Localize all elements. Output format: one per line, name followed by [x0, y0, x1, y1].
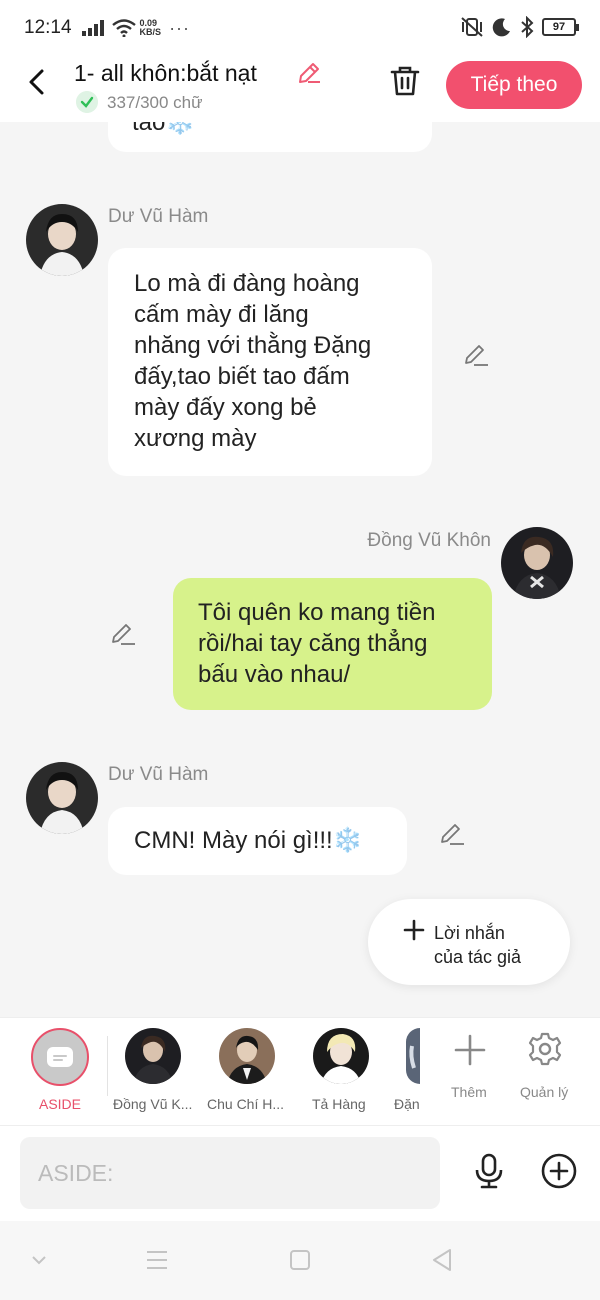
gear-icon[interactable] [527, 1031, 563, 1067]
message-line: nhăng với thằng Đặng [134, 332, 372, 359]
plus-icon [403, 919, 425, 941]
system-nav-bar [0, 1221, 600, 1300]
net-speed: 0.09 KB/S [140, 19, 162, 37]
word-count: 337/300 chữ [107, 93, 203, 112]
nav-back-icon[interactable] [428, 1247, 458, 1273]
message-line: bấu vào nhau/ [198, 661, 351, 688]
character-name: Đặn [394, 1096, 420, 1112]
avatar-dong-vu-khon[interactable] [501, 527, 573, 599]
sender-name: Dư Vũ Hàm [108, 764, 209, 785]
mic-icon[interactable] [470, 1152, 508, 1190]
overflow-dots: ··· [169, 17, 191, 38]
avatar-du-vu-ham[interactable] [26, 204, 98, 276]
status-right: 97 [460, 16, 579, 38]
character-avatar[interactable] [313, 1028, 369, 1084]
manage-label[interactable]: Quản lý [520, 1084, 568, 1100]
character-avatar[interactable] [406, 1028, 420, 1084]
nav-home-icon[interactable] [285, 1247, 315, 1273]
message-line: rồi/hai tay căng thẳng [198, 630, 428, 657]
pencil-icon[interactable] [439, 820, 465, 846]
message-line: xương mày [134, 425, 257, 452]
mute-vibrate-icon [461, 17, 483, 37]
message-bubble[interactable]: Lo mà đi đàng hoàng cấm mày đi lăng nhăn… [108, 248, 432, 476]
plus-circle-icon[interactable] [540, 1152, 578, 1190]
story-title: 1- all khôn:bắt nạt [74, 60, 257, 86]
status-time: 12:14 [24, 17, 72, 38]
chat-area[interactable]: tao❄️ Dư Vũ Hàm Lo mà đi đàng hoàng cấm … [0, 122, 600, 1017]
message-bubble[interactable]: CMN! Mày nói gì!!!❄️ [108, 807, 407, 875]
pencil-icon[interactable] [463, 341, 489, 367]
author-note-label: Lời nhắn của tác giả [434, 921, 554, 969]
message-line: mày đấy xong bẻ [134, 394, 317, 421]
input-bar [0, 1125, 600, 1221]
signal-icon [81, 20, 104, 36]
character-avatar[interactable] [125, 1028, 181, 1084]
next-button[interactable]: Tiếp theo [446, 61, 582, 109]
author-note-line2: của tác giả [434, 947, 522, 967]
battery-icon: 97 [542, 18, 579, 36]
message-line: CMN! Mày nói gì!!!❄️ [134, 827, 363, 854]
character-name: Chu Chí H... [207, 1096, 285, 1112]
battery-level: 97 [552, 21, 566, 33]
message-line: cấm mày đi lăng [134, 301, 309, 328]
nav-down-icon[interactable] [24, 1247, 54, 1273]
pencil-icon[interactable] [110, 620, 136, 646]
net-speed-unit: KB/S [139, 27, 162, 37]
divider [107, 1036, 108, 1096]
character-name: Đồng Vũ K... [113, 1096, 193, 1112]
author-note-button[interactable]: Lời nhắn của tác giả [368, 899, 570, 985]
message-line: Tôi quên ko mang tiền [198, 599, 436, 626]
check-icon [76, 91, 98, 113]
message-line: Lo mà đi đàng hoàng [134, 270, 360, 297]
message-text-partial: tao❄️ [132, 122, 196, 136]
plus-icon[interactable] [453, 1033, 487, 1067]
character-avatar[interactable] [219, 1028, 275, 1084]
character-name: Tả Hàng [312, 1096, 366, 1112]
avatar-du-vu-ham[interactable] [26, 762, 98, 834]
back-icon[interactable] [24, 68, 52, 96]
aside-label: ASIDE [38, 1096, 81, 1112]
header: 1- all khôn:bắt nạt 337/300 chữ Tiếp the… [0, 56, 600, 122]
message-bubble[interactable]: Tôi quên ko mang tiền rồi/hai tay căng t… [173, 578, 492, 710]
moon-icon [492, 18, 510, 37]
author-note-line1: Lời nhắn [434, 923, 505, 943]
wifi-icon [111, 19, 136, 37]
character-bar: ASIDE Đồng Vũ K... Chu Chí H... Tả Hàng [0, 1017, 600, 1125]
aside-input[interactable] [20, 1137, 440, 1209]
sender-name: Đồng Vũ Khôn [367, 530, 491, 551]
add-character-label[interactable]: Thêm [451, 1084, 487, 1100]
status-bar: 12:14 0.09 KB/S ··· 97 [0, 0, 600, 56]
edit-icon[interactable] [296, 60, 322, 86]
nav-menu-icon[interactable] [142, 1247, 172, 1273]
bluetooth-icon [521, 16, 534, 38]
trash-icon[interactable] [388, 64, 422, 98]
message-line: đấy,tao biết tao đấm [134, 363, 350, 390]
aside-icon [47, 1047, 73, 1067]
sender-name: Dư Vũ Hàm [108, 206, 209, 227]
aside-button[interactable] [31, 1028, 89, 1086]
